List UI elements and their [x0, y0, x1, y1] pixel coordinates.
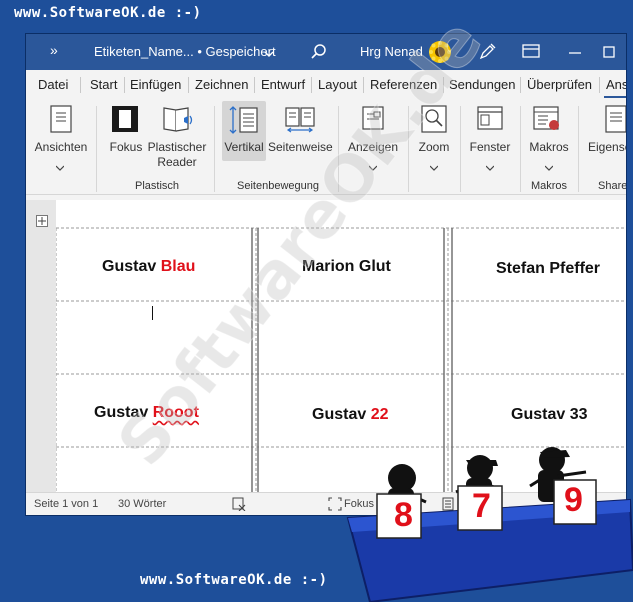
watermark-bottom: www.SoftwareOK.de :-) [140, 572, 328, 588]
judge-score-2: 7 [472, 487, 491, 525]
judge-score-3: 9 [564, 481, 583, 519]
judge-score-1: 8 [394, 496, 413, 534]
svg-text:SoftwareOK.de: SoftwareOK.de [104, 6, 497, 480]
